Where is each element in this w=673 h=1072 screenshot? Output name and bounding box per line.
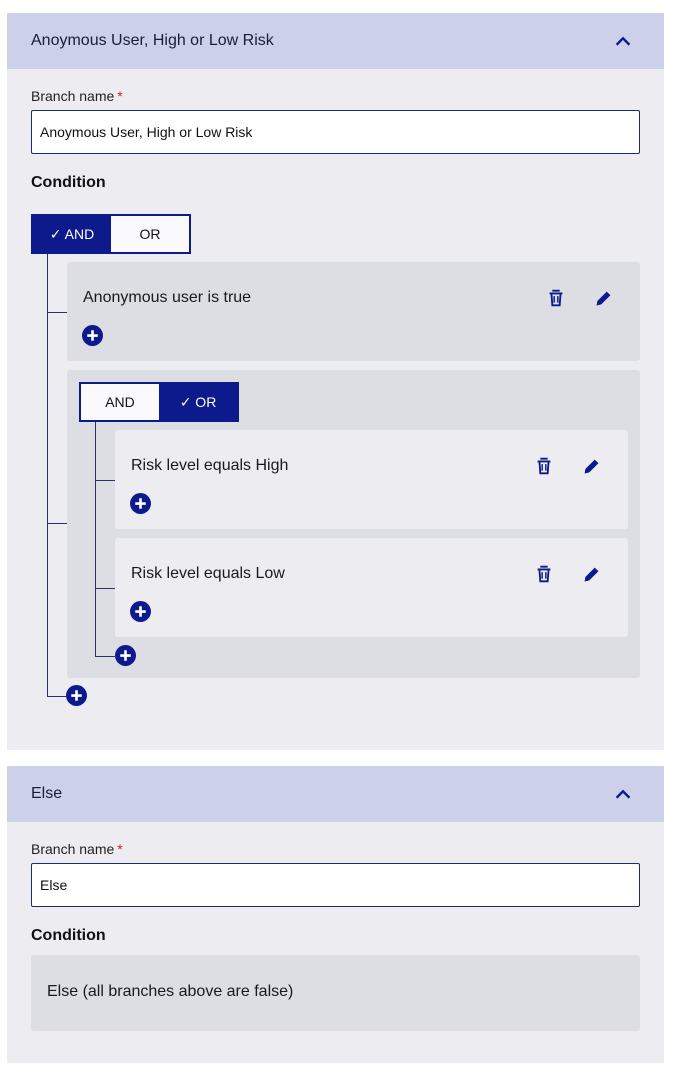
or-option[interactable]: OR (111, 216, 189, 252)
and-option[interactable]: AND (81, 384, 159, 420)
branch-header-2[interactable]: Else (7, 766, 664, 822)
condition-card: Anonymous user is true (67, 262, 640, 361)
condition-text: Risk level equals High (131, 457, 289, 474)
condition-group: AND ✓ OR Risk level equals High Risk lev… (67, 370, 640, 678)
condition-heading: Condition (31, 927, 106, 944)
add-circle-icon[interactable] (130, 601, 151, 622)
add-circle-icon[interactable] (66, 685, 87, 706)
pencil-icon[interactable] (581, 563, 603, 585)
branch-panel-1: Anoymous User, High or Low Risk Branch n… (7, 13, 664, 750)
required-marker: * (117, 88, 123, 104)
tree-branch (47, 696, 66, 697)
condition-heading: Condition (31, 174, 106, 191)
tree-branch (47, 523, 67, 524)
tree-branch (95, 480, 115, 481)
branch-title: Anoymous User, High or Low Risk (31, 32, 274, 49)
condition-card: Risk level equals Low (115, 538, 628, 637)
tree-line (47, 254, 48, 697)
trash-icon[interactable] (545, 287, 567, 309)
branch-name-input[interactable] (31, 863, 640, 907)
branch-name-label: Branch name * (31, 841, 123, 857)
add-circle-icon[interactable] (115, 645, 136, 666)
tree-branch (47, 312, 67, 313)
and-or-toggle: ✓ AND OR (31, 214, 191, 254)
tree-branch (95, 656, 115, 657)
branch-header-1[interactable]: Anoymous User, High or Low Risk (7, 13, 664, 69)
condition-text: Anonymous user is true (83, 289, 252, 306)
else-condition-box: Else (all branches above are false) (31, 955, 640, 1031)
tree-line (95, 422, 96, 656)
and-option[interactable]: ✓ AND (33, 216, 111, 252)
pencil-icon[interactable] (581, 455, 603, 477)
branch-panel-2: Else Branch name* Condition Else (all br… (7, 766, 664, 1063)
trash-icon[interactable] (533, 563, 555, 585)
add-circle-icon[interactable] (82, 325, 103, 346)
or-option[interactable]: ✓ OR (159, 384, 237, 420)
chevron-up-icon[interactable] (612, 784, 634, 806)
required-marker: * (117, 841, 123, 857)
condition-card: Risk level equals High (115, 430, 628, 529)
add-circle-icon[interactable] (130, 493, 151, 514)
trash-icon[interactable] (533, 455, 555, 477)
tree-branch (95, 588, 115, 589)
and-or-toggle: AND ✓ OR (79, 382, 239, 422)
branch-name-label: Branch name * (31, 88, 123, 104)
condition-text: Risk level equals Low (131, 565, 285, 582)
else-condition-text: Else (all branches above are false) (47, 983, 294, 1000)
branch-title: Else (31, 785, 63, 802)
pencil-icon[interactable] (593, 287, 615, 309)
branch-name-input[interactable] (31, 110, 640, 154)
chevron-up-icon[interactable] (612, 31, 634, 53)
